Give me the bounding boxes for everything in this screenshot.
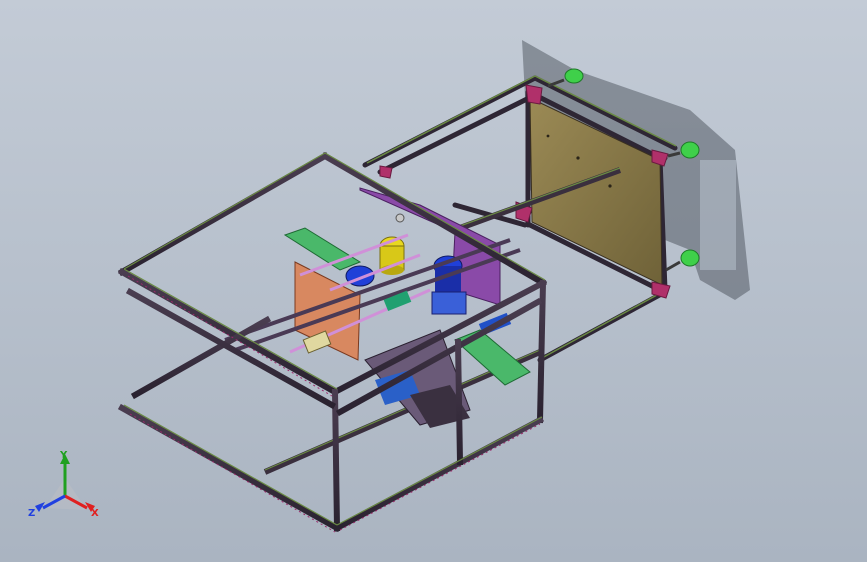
blue-housing bbox=[431, 291, 467, 315]
green-conveyor-lower bbox=[454, 329, 531, 386]
cad-viewport[interactable]: Y X Z bbox=[0, 0, 867, 562]
model-scene[interactable] bbox=[0, 0, 867, 562]
axis-triad: Y X Z bbox=[28, 450, 99, 519]
y-axis-label: Y bbox=[59, 450, 68, 461]
z-axis-label: Z bbox=[28, 508, 35, 519]
x-axis-label: X bbox=[91, 508, 99, 519]
